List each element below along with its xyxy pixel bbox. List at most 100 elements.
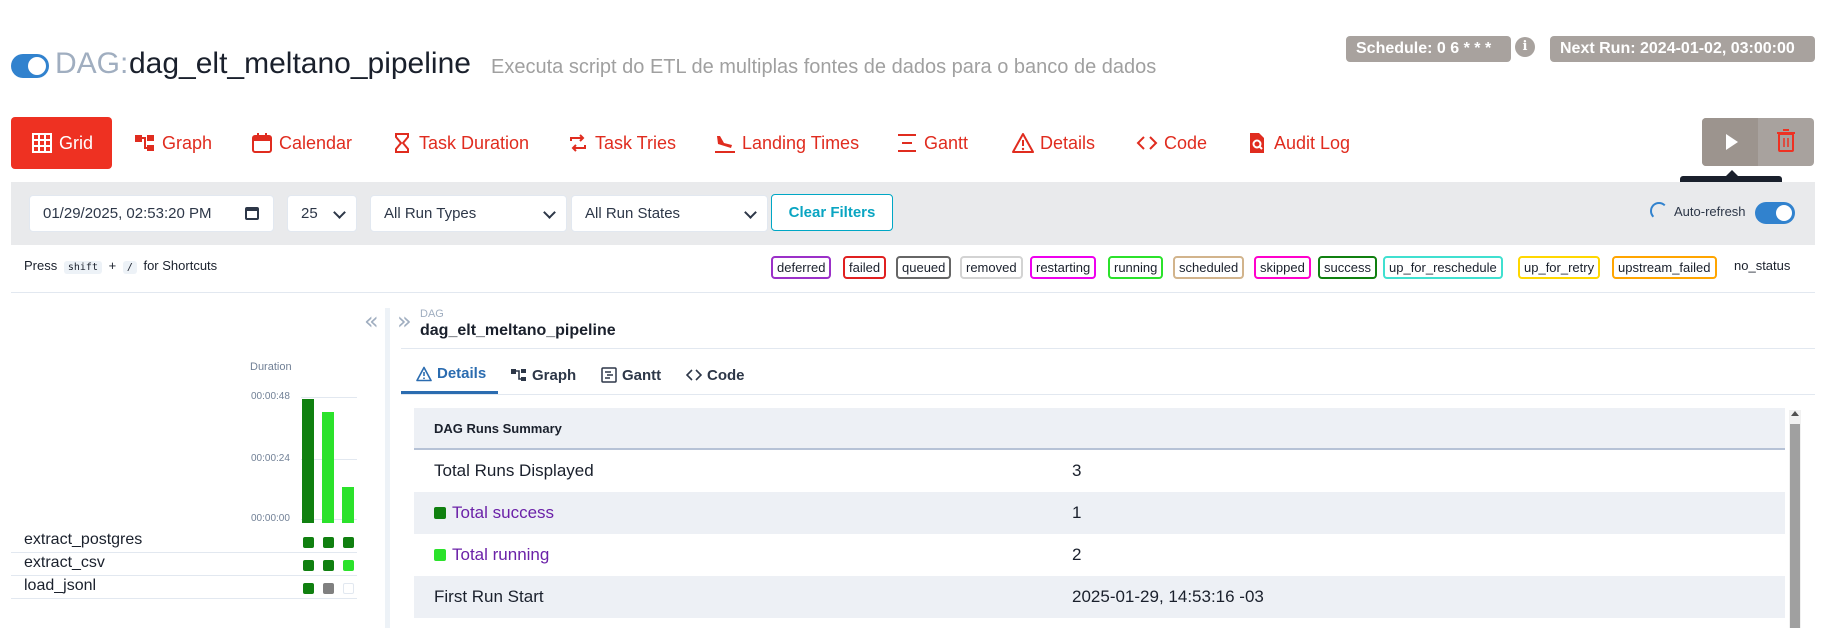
base-date-input[interactable]: 01/29/2025, 02:53:20 PM [29,195,274,232]
tab-landing-times[interactable]: Landing Times [714,117,859,169]
task-instance-square[interactable] [303,583,314,594]
plane-landing-icon [714,132,736,154]
table-header: DAG Runs Summary [414,408,1785,450]
legend-removed[interactable]: removed [960,256,1023,279]
warning-icon [416,366,432,382]
task-row[interactable]: extract_postgres [11,530,357,553]
scrollbar-thumb[interactable] [1790,424,1800,628]
tab-details[interactable]: Details [1012,117,1095,169]
auto-refresh-label: Auto-refresh [1674,204,1746,219]
legend-success[interactable]: success [1318,256,1377,279]
next-run-badge: Next Run: 2024-01-02, 03:00:00 [1550,36,1815,62]
task-instance-square[interactable] [323,583,334,594]
task-instance-square[interactable] [323,537,334,548]
collapse-grid-icon[interactable]: « [364,307,379,335]
legend-deferred[interactable]: deferred [771,256,832,279]
scroll-up-arrow-icon[interactable] [1791,411,1799,416]
task-instance-square[interactable] [303,537,314,548]
running-swatch [434,549,446,561]
detail-tab-label: Code [707,366,745,384]
legend-running[interactable]: running [1108,256,1164,279]
num-runs-select[interactable]: 25 [287,195,357,232]
task-row[interactable]: extract_csv [11,553,357,576]
tab-label: Gantt [924,132,969,153]
detail-tab-graph[interactable]: Graph [511,356,576,394]
trigger-dag-button[interactable] [1702,118,1758,166]
run-state-value: All Run States [585,205,681,222]
tab-label: Audit Log [1274,132,1351,153]
trash-icon [1777,129,1795,152]
run-state-select[interactable]: All Run States [571,195,768,232]
auto-refresh-toggle[interactable] [1755,202,1795,224]
legend-no-status[interactable]: no_status [1734,258,1790,273]
detail-tab-label: Graph [532,366,577,384]
base-date-value: 01/29/2025, 02:53:20 PM [43,205,212,222]
legend-upstream-failed[interactable]: upstream_failed [1612,256,1717,279]
table-row: Total running 2 [414,534,1785,576]
task-instance-square[interactable] [303,560,314,571]
hourglass-icon [391,132,413,154]
tab-calendar[interactable]: Calendar [251,117,352,169]
tab-audit-log[interactable]: Audit Log [1246,117,1350,169]
tab-label: Details [1040,132,1096,153]
panel-resizer[interactable] [385,308,390,628]
duration-gridline [301,397,357,398]
clear-filters-button[interactable]: Clear Filters [771,194,893,231]
expand-details-icon[interactable]: » [397,307,412,335]
chevron-down-icon [333,206,346,219]
num-runs-value: 25 [301,205,318,222]
task-instance-square[interactable] [343,560,354,571]
dag-pause-toggle[interactable] [11,54,49,78]
tab-label: Graph [162,132,213,153]
tab-task-duration[interactable]: Task Duration [391,117,529,169]
detail-tab-label: Gantt [622,366,662,384]
shortcuts-hint: Press shift + / for Shortcuts [24,258,217,274]
shortcuts-plus: + [108,258,117,273]
detail-tab-details[interactable]: Details [401,356,499,394]
info-icon[interactable]: i [1515,37,1535,57]
run-duration-bar[interactable] [322,412,334,523]
tab-label: Landing Times [742,132,860,153]
task-instance-square[interactable] [343,537,354,548]
tab-code[interactable]: Code [1136,117,1207,169]
task-name[interactable]: load_jsonl [24,577,96,595]
run-type-select[interactable]: All Run Types [370,195,567,232]
task-instance-square[interactable] [343,583,354,594]
run-duration-bar[interactable] [342,487,354,523]
graph-icon [134,132,156,154]
grid-icon [31,132,53,154]
total-running-link[interactable]: Total running [434,534,549,576]
legend-scheduled[interactable]: scheduled [1173,256,1245,279]
tab-grid[interactable]: Grid [11,117,112,169]
success-swatch [434,507,446,519]
delete-dag-button[interactable] [1758,118,1814,166]
task-name[interactable]: extract_postgres [24,531,142,549]
legend-up-for-retry[interactable]: up_for_retry [1518,256,1601,279]
code-icon [1136,132,1158,154]
legend-skipped[interactable]: skipped [1254,256,1311,279]
tab-label: Task Tries [595,132,677,153]
chevron-down-icon [744,206,757,219]
legend-failed[interactable]: failed [843,256,887,279]
dag-actions [1702,118,1814,166]
legend-queued[interactable]: queued [896,256,952,279]
run-type-value: All Run Types [384,205,477,222]
detail-tab-gantt[interactable]: Gantt [601,356,661,394]
tab-gantt[interactable]: Gantt [896,117,968,169]
calendar-picker-icon[interactable] [245,207,259,220]
tab-graph[interactable]: Graph [134,117,212,169]
task-row[interactable]: load_jsonl [11,576,357,599]
total-success-link[interactable]: Total success [434,492,554,534]
row-key: Total success [452,503,555,522]
task-name[interactable]: extract_csv [24,554,105,572]
graph-icon [511,367,527,383]
run-duration-bar[interactable] [302,399,314,523]
detail-tab-code[interactable]: Code [685,356,745,394]
chevron-down-icon [543,206,556,219]
legend-up-for-reschedule[interactable]: up_for_reschedule [1383,256,1503,279]
legend-restarting[interactable]: restarting [1030,256,1097,279]
row-key: Total Runs Displayed [434,461,594,480]
tab-task-tries[interactable]: Task Tries [567,117,676,169]
breadcrumb-dag-id[interactable]: dag_elt_meltano_pipeline [420,322,616,340]
task-instance-square[interactable] [323,560,334,571]
